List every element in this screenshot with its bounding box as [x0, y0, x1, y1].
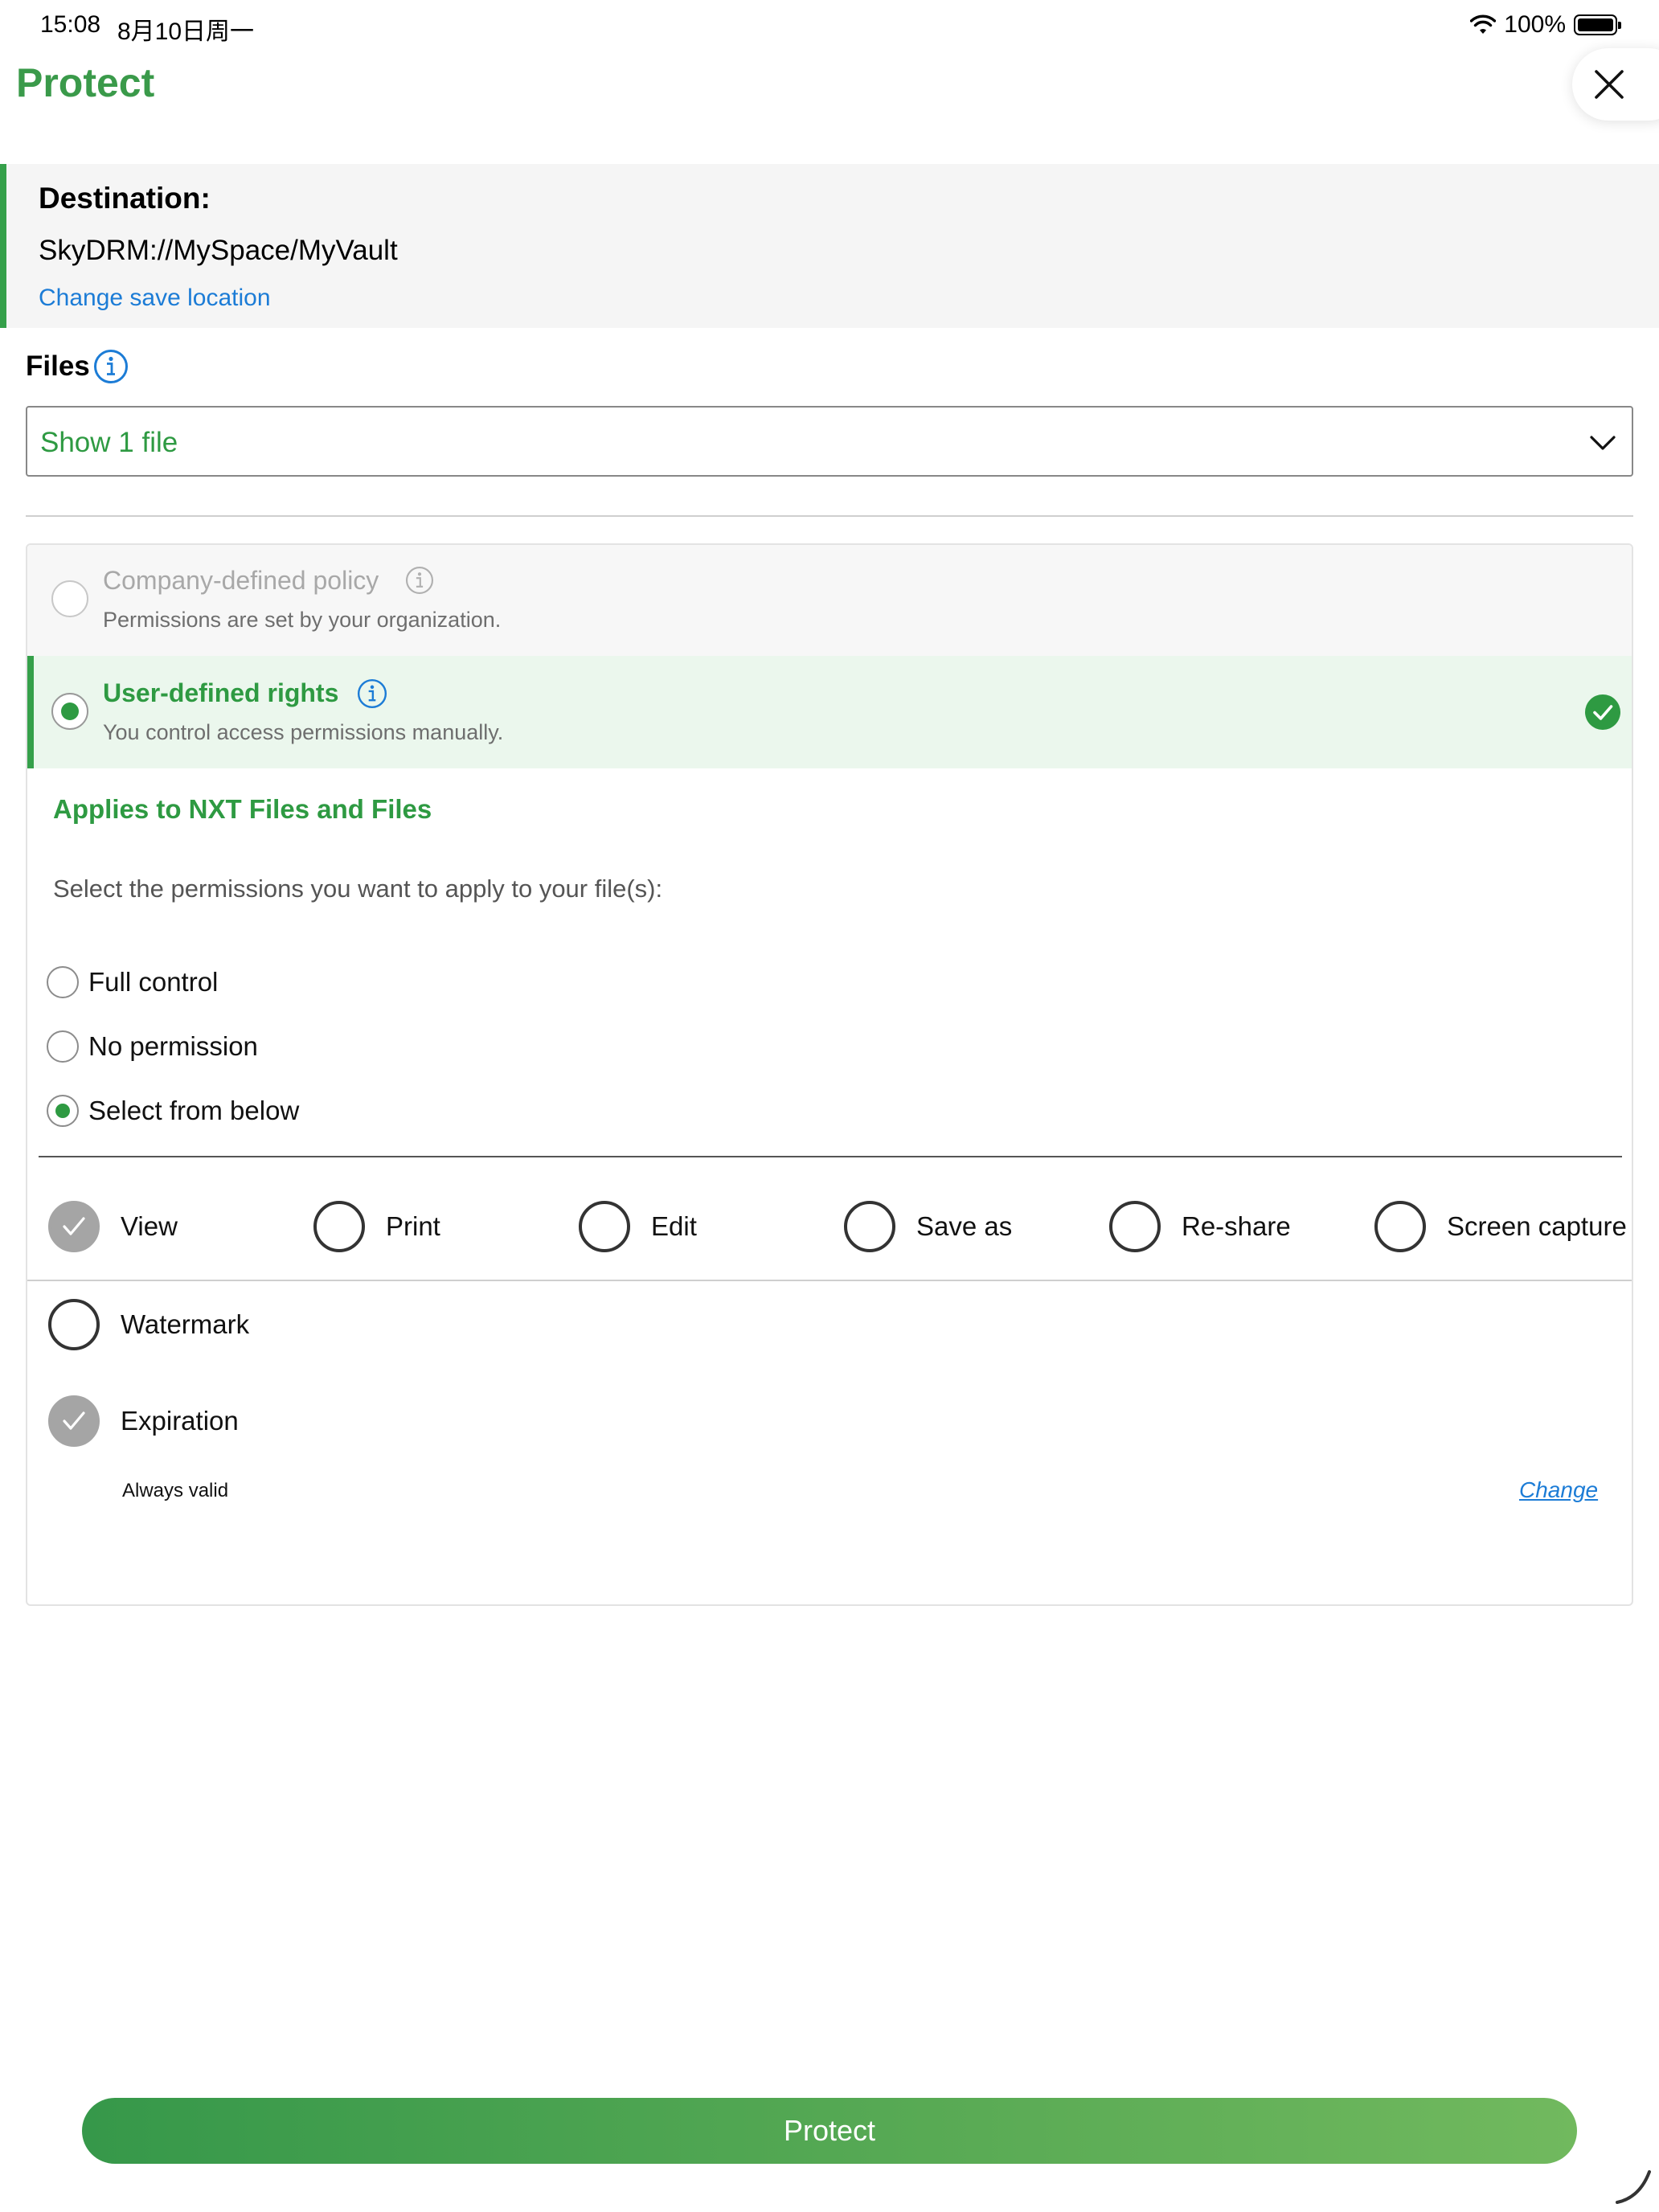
no-permission-label: No permission: [88, 1031, 258, 1061]
full-control-radio[interactable]: [47, 966, 79, 998]
permission-print[interactable]: Print: [313, 1201, 440, 1252]
company-policy-radio[interactable]: [51, 580, 88, 617]
screen-capture-checkbox[interactable]: [1374, 1201, 1426, 1252]
expiration-label: Expiration: [121, 1406, 239, 1436]
company-policy-info-icon[interactable]: [405, 566, 434, 595]
select-from-below-option[interactable]: Select from below: [47, 1093, 299, 1129]
expiration-value: Always valid: [122, 1480, 229, 1501]
permission-edit[interactable]: Edit: [579, 1201, 697, 1252]
print-label: Print: [386, 1211, 440, 1241]
destination-panel: Destination: SkyDRM://MySpace/MyVault Ch…: [0, 164, 1659, 328]
permission-expiration[interactable]: Expiration: [48, 1395, 239, 1447]
change-save-location-link[interactable]: Change save location: [39, 285, 271, 312]
divider: [39, 1156, 1622, 1157]
files-info-icon[interactable]: [93, 349, 129, 384]
edit-label: Edit: [651, 1211, 697, 1241]
divider: [27, 1280, 1632, 1281]
permissions-instruction: Select the permissions you want to apply…: [53, 875, 663, 903]
divider: [26, 515, 1633, 517]
destination-label: Destination:: [39, 182, 211, 215]
permission-view[interactable]: View: [48, 1201, 178, 1252]
destination-path: SkyDRM://MySpace/MyVault: [39, 235, 398, 266]
save-as-label: Save as: [916, 1211, 1013, 1241]
user-rights-info-icon[interactable]: [357, 678, 387, 709]
status-bar: 15:08 8月10日周一 100%: [0, 0, 1659, 51]
protect-button[interactable]: Protect: [82, 2098, 1577, 2164]
edit-checkbox[interactable]: [579, 1201, 630, 1252]
permission-save-as[interactable]: Save as: [844, 1201, 1012, 1252]
company-policy-subtitle: Permissions are set by your organization…: [103, 608, 502, 632]
full-control-label: Full control: [88, 967, 219, 997]
files-dropdown-label: Show 1 file: [40, 427, 178, 458]
user-defined-rights-subtitle: You control access permissions manually.: [103, 720, 504, 744]
change-expiration-link[interactable]: Change: [1519, 1477, 1598, 1503]
re-share-label: Re-share: [1182, 1211, 1291, 1241]
wifi-icon: [1470, 14, 1497, 34]
save-as-checkbox[interactable]: [844, 1201, 895, 1252]
view-checkbox[interactable]: [48, 1201, 100, 1252]
watermark-label: Watermark: [121, 1309, 250, 1339]
status-indicators: 100%: [1470, 11, 1621, 39]
full-control-option[interactable]: Full control: [47, 965, 218, 1000]
applies-title: Applies to NXT Files and Files: [53, 794, 432, 824]
company-policy-title: Company-defined policy: [103, 566, 379, 595]
policy-panel: Company-defined policy Permissions are s…: [26, 543, 1633, 1606]
protect-button-label: Protect: [783, 2114, 876, 2147]
battery-percent: 100%: [1504, 11, 1566, 38]
permission-re-share[interactable]: Re-share: [1109, 1201, 1291, 1252]
view-label: View: [121, 1211, 178, 1241]
status-date: 8月10日周一: [117, 18, 255, 45]
select-from-below-radio[interactable]: [47, 1095, 79, 1127]
no-permission-radio[interactable]: [47, 1030, 79, 1063]
watermark-checkbox[interactable]: [48, 1299, 100, 1350]
chevron-down-icon: [1590, 436, 1616, 450]
permission-watermark[interactable]: Watermark: [48, 1299, 249, 1350]
close-icon: [1595, 70, 1624, 99]
files-label: Files: [26, 350, 90, 382]
print-checkbox[interactable]: [313, 1201, 365, 1252]
user-defined-rights-title: User-defined rights: [103, 678, 339, 707]
expiration-checkbox[interactable]: [48, 1395, 100, 1447]
no-permission-option[interactable]: No permission: [47, 1029, 258, 1064]
close-button[interactable]: [1572, 48, 1659, 121]
status-time: 15:08: [40, 11, 101, 38]
battery-icon: [1574, 14, 1621, 35]
selected-check-icon: [1585, 694, 1620, 730]
page-title: Protect: [16, 60, 155, 105]
resize-handle-icon: [1616, 2170, 1651, 2204]
re-share-checkbox[interactable]: [1109, 1201, 1161, 1252]
select-from-below-label: Select from below: [88, 1096, 300, 1125]
screen-capture-label: Screen capture: [1447, 1211, 1627, 1241]
company-policy-option[interactable]: Company-defined policy Permissions are s…: [27, 545, 1632, 656]
files-dropdown[interactable]: Show 1 file: [26, 406, 1633, 477]
permission-screen-capture[interactable]: Screen capture: [1374, 1201, 1627, 1252]
user-defined-rights-option[interactable]: User-defined rights You control access p…: [27, 656, 1632, 768]
user-defined-rights-radio[interactable]: [51, 693, 88, 730]
